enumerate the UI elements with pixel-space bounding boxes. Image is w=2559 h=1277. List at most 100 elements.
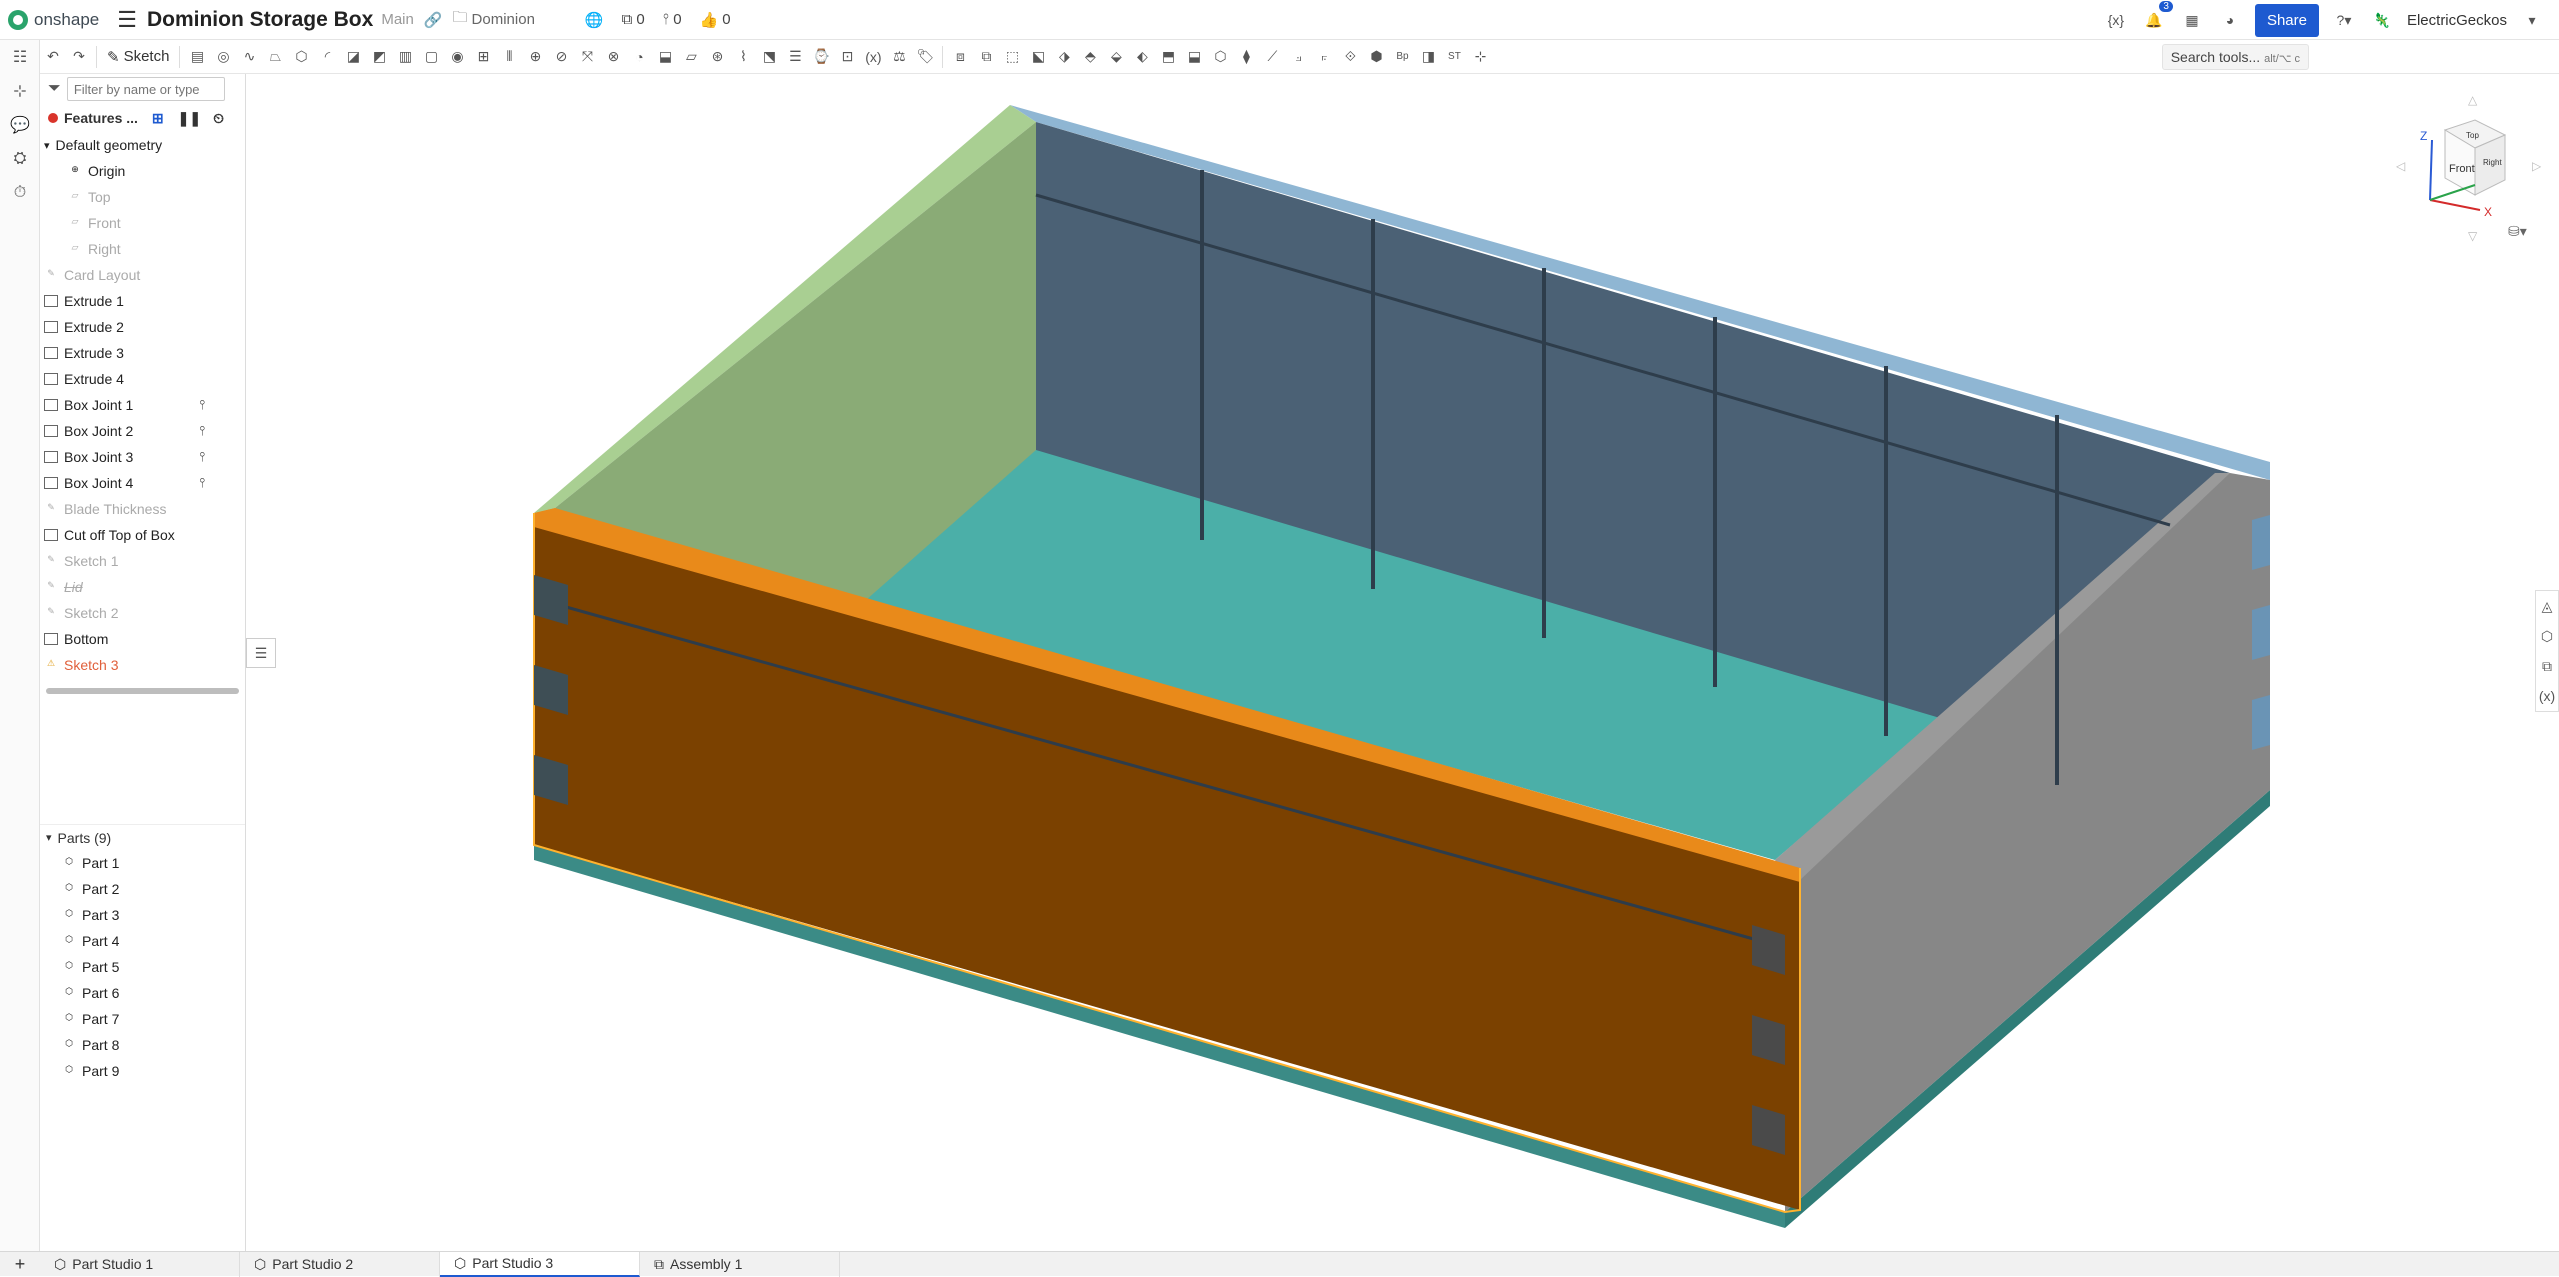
custom-feature-10-icon[interactable]: ⬓	[1181, 44, 1207, 70]
chamfer-icon[interactable]: ◪	[340, 44, 366, 70]
feature-list-scrollbar[interactable]	[46, 688, 239, 694]
shell-icon[interactable]: ▢	[418, 44, 444, 70]
part-item[interactable]: ⬡ Part 3	[40, 902, 245, 928]
undo-icon[interactable]: ↶	[40, 44, 66, 70]
feature-item[interactable]: Box Joint 3 ⫯	[40, 444, 245, 470]
custom-feature-17-icon[interactable]: ⬢	[1363, 44, 1389, 70]
learning-icon[interactable]: ◕	[2217, 7, 2243, 33]
feature-item[interactable]: Cut off Top of Box	[40, 522, 245, 548]
variables-icon[interactable]: {x}	[2103, 7, 2129, 33]
split-icon[interactable]: ⊘	[548, 44, 574, 70]
feature-item[interactable]: ⚠ Sketch 3	[40, 652, 245, 678]
bp-feature-icon[interactable]: Bp	[1389, 44, 1415, 70]
feature-item[interactable]: ✎ Card Layout	[40, 262, 245, 288]
sketch-button[interactable]: ✎ Sketch	[107, 48, 169, 66]
part-item[interactable]: ⬡ Part 2	[40, 876, 245, 902]
add-tab-icon[interactable]: +	[0, 1254, 40, 1275]
view-cube[interactable]: Z X Front Top Right ◁ ▷ △ ▽ ⛁▾	[2396, 93, 2542, 243]
pin-icon[interactable]: ⫯	[199, 475, 205, 491]
custom-feature-3-icon[interactable]: ⬚	[999, 44, 1025, 70]
feature-list-icon[interactable]: ☷	[0, 40, 40, 74]
fillet-icon[interactable]: ◜	[314, 44, 340, 70]
mirror-icon[interactable]: ⫴	[496, 44, 522, 70]
st-feature-icon[interactable]: ST	[1441, 44, 1467, 70]
render-mode-icon[interactable]: ⛁▾	[2508, 223, 2527, 239]
model-canvas[interactable]: Z X Front Top Right ◁ ▷ △ ▽ ⛁▾	[246, 74, 2559, 1251]
folder-name[interactable]: Dominion	[472, 11, 535, 28]
sheet-metal-icon[interactable]: ⬔	[756, 44, 782, 70]
filter-icon[interactable]: ⏷	[48, 80, 61, 98]
modify-fillet-icon[interactable]: ◔	[626, 44, 652, 70]
part-item[interactable]: ⬡ Part 6	[40, 980, 245, 1006]
feature-item[interactable]: ✎ Sketch 1	[40, 548, 245, 574]
onshape-logo[interactable]: onshape	[8, 9, 99, 30]
app-store-icon[interactable]: ▦	[2179, 7, 2205, 33]
draft-icon[interactable]: ◩	[366, 44, 392, 70]
mate-connector-tool-icon[interactable]: ⊛	[704, 44, 730, 70]
custom-feature-18-icon[interactable]: ◨	[1415, 44, 1441, 70]
custom-feature-5-icon[interactable]: ⬗	[1051, 44, 1077, 70]
branches-counter[interactable]: ⫯ 0	[663, 11, 682, 28]
feature-item[interactable]: Bottom	[40, 626, 245, 652]
thicken-icon[interactable]: ⬡	[288, 44, 314, 70]
rotate-up-icon[interactable]: △	[2468, 93, 2478, 107]
rotate-right-icon[interactable]: ▷	[2532, 159, 2542, 173]
mass-properties-icon[interactable]: ⚖	[886, 44, 912, 70]
feature-item[interactable]: Box Joint 2 ⫯	[40, 418, 245, 444]
rotate-left-icon[interactable]: ◁	[2396, 159, 2406, 173]
transform-icon[interactable]: ⤧	[574, 44, 600, 70]
pin-icon[interactable]: ⫯	[199, 449, 205, 465]
user-avatar-icon[interactable]: 🦎	[2369, 7, 2395, 33]
pin-icon[interactable]: ⫯	[199, 423, 205, 439]
feature-item[interactable]: Extrude 2	[40, 314, 245, 340]
graphics-viewport[interactable]: Z X Front Top Right ◁ ▷ △ ▽ ⛁▾	[246, 74, 2559, 1251]
custom-feature-9-icon[interactable]: ⬒	[1155, 44, 1181, 70]
user-name[interactable]: ElectricGeckos	[2407, 12, 2507, 29]
part-item[interactable]: ⬡ Part 8	[40, 1032, 245, 1058]
custom-feature-13-icon[interactable]: ⟋	[1259, 44, 1285, 70]
default-geometry-item[interactable]: ▱ Right	[40, 236, 245, 262]
versions-counter[interactable]: ⧉ 0	[622, 11, 645, 28]
user-menu-chevron-icon[interactable]: ▾	[2519, 7, 2545, 33]
linear-pattern-icon[interactable]: ⊞	[470, 44, 496, 70]
rib-icon[interactable]: ▥	[392, 44, 418, 70]
rotate-down-icon[interactable]: ▽	[2468, 229, 2478, 243]
document-tab[interactable]: ⧉ Assembly 1	[640, 1251, 840, 1277]
revolve-icon[interactable]: ◎	[210, 44, 236, 70]
loft-icon[interactable]: ⏢	[262, 44, 288, 70]
custom-feature-8-icon[interactable]: ⬖	[1129, 44, 1155, 70]
public-globe-icon[interactable]: 🌐	[585, 11, 604, 29]
part-icon[interactable]: ⬡	[2536, 621, 2558, 651]
feature-item[interactable]: ✎ Lid	[40, 574, 245, 600]
menu-icon[interactable]: ☰	[117, 7, 137, 33]
tag-icon[interactable]: 🏷	[912, 44, 938, 70]
part-item[interactable]: ⬡ Part 4	[40, 928, 245, 954]
custom-feature-16-icon[interactable]: ⟐	[1337, 44, 1363, 70]
custom-feature-2-icon[interactable]: ⧉	[973, 44, 999, 70]
feature-item[interactable]: ✎ Blade Thickness	[40, 496, 245, 522]
help-icon[interactable]: ?▾	[2331, 7, 2357, 33]
history-icon[interactable]: ⏱	[0, 176, 40, 210]
pause-icon[interactable]: ❚❚	[178, 110, 201, 127]
part-item[interactable]: ⬡ Part 7	[40, 1006, 245, 1032]
filter-input[interactable]	[66, 77, 225, 101]
default-geometry-item[interactable]: ▱ Front	[40, 210, 245, 236]
link-icon[interactable]: 🔗	[424, 11, 443, 29]
plane-icon[interactable]: ▱	[678, 44, 704, 70]
part-item[interactable]: ⬡ Part 1	[40, 850, 245, 876]
custom-feature-14-icon[interactable]: ⟓	[1285, 44, 1311, 70]
boolean-icon[interactable]: ⊕	[522, 44, 548, 70]
custom-feature-1-icon[interactable]: ⧈	[947, 44, 973, 70]
frame-icon[interactable]: ☰	[782, 44, 808, 70]
part-item[interactable]: ⬡ Part 9	[40, 1058, 245, 1084]
feature-item[interactable]: ✎ Sketch 2	[40, 600, 245, 626]
document-tab[interactable]: ⬡ Part Studio 2	[240, 1251, 440, 1277]
pin-icon[interactable]: ⫯	[199, 397, 205, 413]
sweep-icon[interactable]: ∿	[236, 44, 262, 70]
comments-icon[interactable]: 💬	[0, 108, 40, 142]
branch-name[interactable]: Main	[381, 11, 414, 28]
helix-icon[interactable]: ⌇	[730, 44, 756, 70]
extrude-icon[interactable]: ▤	[184, 44, 210, 70]
document-tab[interactable]: ⬡ Part Studio 1	[40, 1251, 240, 1277]
redo-icon[interactable]: ↷	[66, 44, 92, 70]
